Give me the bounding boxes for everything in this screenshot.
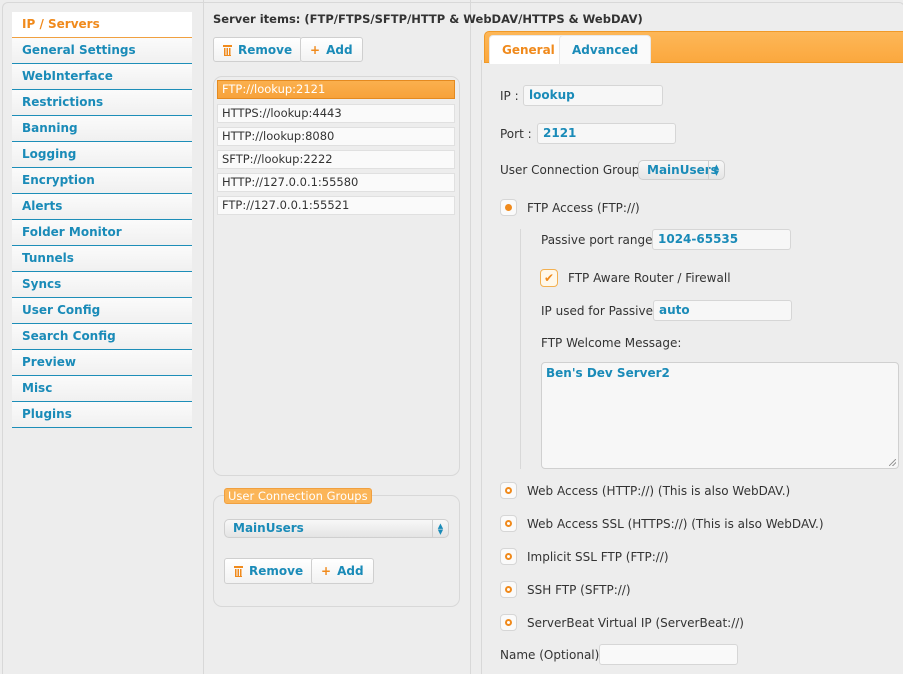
port-input[interactable]: 2121 [537, 123, 676, 144]
add-group-button[interactable]: + Add [311, 558, 374, 584]
sidebar-item-banning[interactable]: Banning [12, 116, 192, 142]
ip-input[interactable]: lookup [523, 85, 663, 106]
sidebar-item-user-config[interactable]: User Config [12, 298, 192, 324]
sidebar-item-webinterface[interactable]: WebInterface [12, 64, 192, 90]
divider [470, 0, 471, 674]
sidebar-item-restrictions[interactable]: Restrictions [12, 90, 192, 116]
ftp-aware-label: FTP Aware Router / Firewall [568, 271, 731, 285]
sidebar-item-logging[interactable]: Logging [12, 142, 192, 168]
welcome-message-textarea[interactable]: Ben's Dev Server2 [541, 362, 899, 469]
user-connection-groups-label: User Connection Groups [500, 163, 646, 177]
sidebar-item-encryption[interactable]: Encryption [12, 168, 192, 194]
passive-range-label: Passive port range: [541, 233, 657, 247]
ssh-ftp-label: SSH FTP (SFTP://) [527, 583, 631, 597]
server-list-item[interactable]: HTTP://lookup:8080 [217, 127, 455, 146]
sidebar-item-alerts[interactable]: Alerts [12, 194, 192, 220]
add-label: Add [326, 42, 353, 57]
trash-icon [223, 44, 232, 56]
remove-group-button[interactable]: Remove [224, 558, 314, 584]
ssh-ftp-radio[interactable] [500, 581, 517, 598]
serverbeat-label: ServerBeat Virtual IP (ServerBeat://) [527, 616, 744, 630]
radio-unselected-icon [505, 553, 512, 560]
user-group-select[interactable]: MainUsers ▲ ▼ [224, 519, 449, 538]
server-list-item[interactable]: FTP://lookup:2121 [217, 80, 455, 99]
welcome-message-value: Ben's Dev Server2 [546, 366, 670, 380]
plus-icon: + [310, 42, 321, 57]
port-label: Port : [500, 127, 532, 141]
sidebar-item-search-config[interactable]: Search Config [12, 324, 192, 350]
ip-passive-label: IP used for Passive: [541, 304, 657, 318]
welcome-message-label: FTP Welcome Message: [541, 336, 682, 350]
web-ssl-label: Web Access SSL (HTTPS://) (This is also … [527, 517, 824, 531]
server-list-item[interactable]: HTTPS://lookup:4443 [217, 104, 455, 123]
resize-handle-icon[interactable] [889, 459, 896, 466]
sidebar-item-folder-monitor[interactable]: Folder Monitor [12, 220, 192, 246]
ip-label: IP : [500, 89, 519, 103]
implicit-ssl-radio[interactable] [500, 548, 517, 565]
divider [203, 0, 204, 674]
radio-unselected-icon [505, 520, 512, 527]
implicit-ssl-label: Implicit SSL FTP (FTP://) [527, 550, 669, 564]
ip-passive-input[interactable]: auto [653, 300, 792, 321]
user-groups-fieldset [213, 495, 460, 607]
remove-label: Remove [249, 564, 304, 578]
web-access-radio[interactable] [500, 482, 517, 499]
sidebar-item-preview[interactable]: Preview [12, 350, 192, 376]
server-list-item[interactable]: SFTP://lookup:2222 [217, 150, 455, 169]
passive-range-input[interactable]: 1024-65535 [652, 229, 791, 250]
server-items-title: Server items: (FTP/FTPS/SFTP/HTTP & WebD… [213, 12, 643, 26]
sidebar-item-general-settings[interactable]: General Settings [12, 38, 192, 64]
sidebar-item-misc[interactable]: Misc [12, 376, 192, 402]
sidebar-item-ip-servers[interactable]: IP / Servers [12, 12, 192, 38]
server-list-item[interactable]: FTP://127.0.0.1:55521 [217, 196, 455, 215]
plus-icon: + [321, 564, 332, 578]
sidebar-item-syncs[interactable]: Syncs [12, 272, 192, 298]
ftp-aware-checkbox[interactable]: ✔ [540, 269, 558, 287]
checkmark-icon: ✔ [543, 271, 555, 285]
web-access-label: Web Access (HTTP://) (This is also WebDA… [527, 484, 791, 498]
updown-arrows-icon: ▲ ▼ [432, 520, 448, 537]
updown-arrows-icon: ▲ ▼ [708, 161, 724, 179]
remove-server-button[interactable]: Remove [213, 37, 303, 62]
user-connection-groups-select[interactable]: MainUsers ▲ ▼ [638, 160, 725, 180]
tab-advanced[interactable]: Advanced [559, 35, 652, 64]
name-input[interactable] [599, 644, 738, 665]
tab-general[interactable]: General [489, 35, 568, 64]
sidebar-item-plugins[interactable]: Plugins [12, 402, 192, 428]
ftp-access-radio[interactable] [500, 199, 517, 216]
server-list-item[interactable]: HTTP://127.0.0.1:55580 [217, 173, 455, 192]
radio-unselected-icon [505, 619, 512, 626]
serverbeat-radio[interactable] [500, 614, 517, 631]
tab-bar: General Advanced [484, 31, 903, 64]
trash-icon [234, 566, 243, 577]
add-label: Add [337, 564, 364, 578]
name-label: Name (Optional): [500, 648, 604, 662]
user-groups-legend: User Connection Groups [224, 488, 372, 504]
sidebar-item-tunnels[interactable]: Tunnels [12, 246, 192, 272]
ftp-access-label: FTP Access (FTP://) [527, 201, 640, 215]
radio-unselected-icon [505, 586, 512, 593]
web-ssl-radio[interactable] [500, 515, 517, 532]
user-group-value: MainUsers [233, 521, 304, 535]
sidebar-nav: IP / Servers General Settings WebInterfa… [12, 12, 192, 428]
remove-label: Remove [238, 42, 293, 57]
radio-unselected-icon [505, 487, 512, 494]
ftp-options-indent [520, 229, 521, 469]
radio-selected-icon [505, 204, 512, 211]
divider [481, 60, 482, 674]
add-server-button[interactable]: + Add [300, 37, 363, 62]
